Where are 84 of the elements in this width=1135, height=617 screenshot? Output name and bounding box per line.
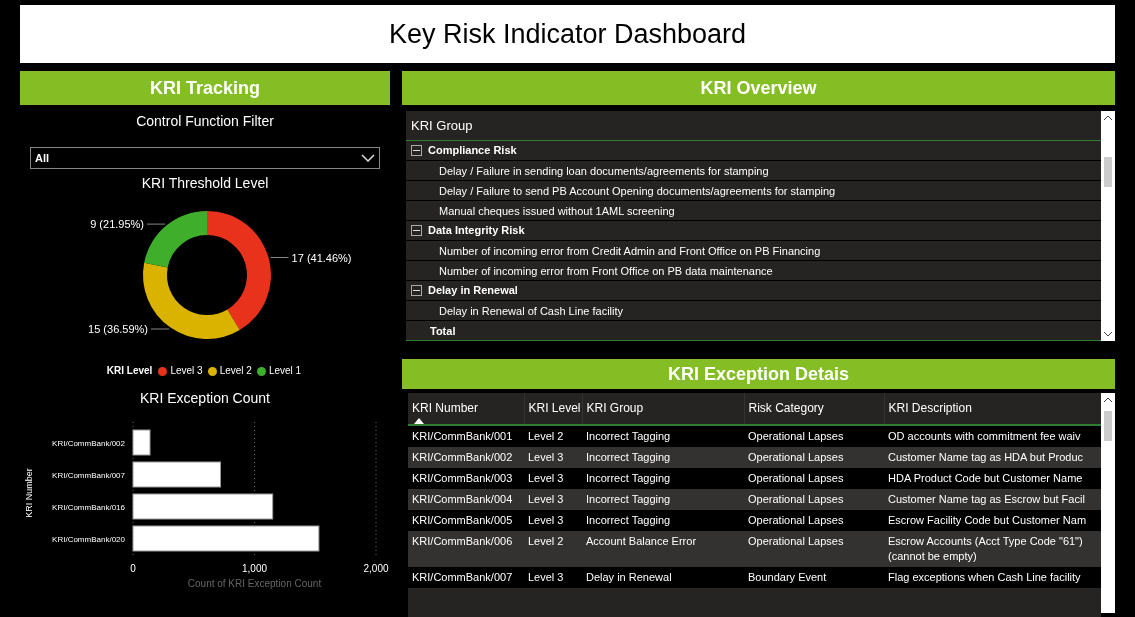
column-header[interactable]: Risk Category [748, 399, 880, 417]
table-cell: Operational Lapses [744, 425, 884, 447]
table-cell: KRI/CommBank/007 [408, 567, 524, 588]
table-cell: Escrow Facility Code but Customer Nam [884, 510, 1101, 531]
legend-label: Level 1 [268, 364, 302, 378]
table-cell: KRI/CommBank/006 [408, 531, 524, 567]
table-cell: Operational Lapses [744, 447, 884, 468]
table-cell: Incorrect Tagging [582, 468, 744, 489]
table-cell: Customer Name tag as Escrow but Facil [884, 489, 1101, 510]
table-cell: Incorrect Tagging [582, 510, 744, 531]
tree-item: Delay / Failure to send PB Account Opening documents/agreements for stamping [439, 183, 836, 198]
table-cell: Incorrect Tagging [582, 447, 744, 468]
table-cell: Escrow Accounts (Acct Type Code "61") (cannot be empty) [884, 531, 1101, 567]
table-cell: Flag exceptions when Cash Line facility [884, 567, 1101, 588]
axis-tick-label: 1,000 [242, 563, 267, 574]
chevron-down-icon [361, 154, 375, 162]
dashboard-title: Key Risk Indicator Dashboard [388, 17, 747, 51]
column-header[interactable]: KRI Group [411, 115, 473, 136]
table-cell: KRI/CommBank/005 [408, 510, 524, 531]
legend-label: Level 3 [170, 364, 203, 378]
data-label: 9 (21.95%) [90, 218, 144, 231]
axis-category-label: KRI/CommBank/002 [52, 439, 125, 448]
table-cell: Operational Lapses [744, 531, 884, 567]
column-header[interactable]: KRI Description [888, 399, 1097, 417]
table-cell: Incorrect Tagging [582, 425, 744, 447]
table-cell: OD accounts with commitment fee waiv [884, 425, 1101, 447]
table-cell: Level 3 [524, 489, 582, 510]
filter-label: Control Function Filter [136, 113, 274, 129]
scrollbar[interactable] [1101, 111, 1115, 341]
table-cell: Level 3 [524, 567, 582, 588]
legend-title: KRI Level [106, 364, 153, 378]
total-label: Total [430, 324, 456, 338]
table-cell: Operational Lapses [744, 468, 884, 489]
table-cell: Level 3 [524, 468, 582, 489]
table-cell: Level 2 [524, 531, 582, 567]
filter-dropdown[interactable]: All [30, 147, 380, 169]
table-cell: Customer Name tag as HDA but Produc [884, 447, 1101, 468]
table-cell: HDA Product Code but Customer Name [884, 468, 1101, 489]
table-cell: Level 3 [524, 510, 582, 531]
group-label: Data Integrity Risk [428, 223, 525, 239]
collapse-icon[interactable] [411, 145, 422, 156]
axis-category-label: KRI/CommBank/020 [52, 535, 125, 544]
panel-title: KRI Tracking [150, 76, 260, 100]
table-cell: Account Balance Error [582, 531, 744, 567]
axis-category-label: KRI/CommBank/016 [52, 503, 125, 512]
tree-item: Number of incoming error from Front Office on PB data maintenance [439, 263, 773, 278]
column-header[interactable]: KRI Level [528, 399, 578, 417]
table-cell: Incorrect Tagging [582, 489, 744, 510]
legend-label: Level 2 [219, 364, 252, 378]
table-cell: KRI/CommBank/003 [408, 468, 524, 489]
column-header[interactable]: KRI Number [412, 399, 520, 424]
data-label: 15 (36.59%) [88, 323, 148, 335]
axis-category-label: KRI/CommBank/007 [52, 471, 125, 480]
leader-line [150, 328, 170, 330]
table-cell: KRI/CommBank/001 [408, 425, 524, 447]
panel-title: KRI Exception Detais [667, 362, 849, 386]
table-cell: Delay in Renewal [582, 567, 744, 588]
tree-item: Delay in Renewal of Cash Line facility [439, 303, 624, 318]
leader-line [146, 223, 166, 225]
axis-title: Count of KRI Exception Count [187, 578, 322, 589]
panel-title: KRI Overview [700, 76, 817, 100]
group-label: Compliance Risk [428, 143, 517, 159]
chart-title: KRI Exception Count [140, 390, 270, 406]
axis-title: KRI Number [24, 468, 34, 518]
axis-tick-label: 2,000 [363, 563, 389, 574]
axis-tick-label: 0 [130, 563, 136, 574]
tree-item: Number of incoming error from Credit Admin and Front Office on PB Financing [439, 243, 821, 258]
tree-item: Delay / Failure in sending loan documents/agreements for stamping [439, 163, 769, 178]
table-cell: Boundary Event [744, 567, 884, 588]
chart-title: KRI Threshold Level [141, 175, 269, 191]
collapse-icon[interactable] [411, 285, 422, 296]
collapse-icon[interactable] [411, 225, 422, 236]
table-cell: Level 2 [524, 425, 582, 447]
table-cell: KRI/CommBank/002 [408, 447, 524, 468]
group-label: Delay in Renewal [428, 283, 518, 299]
table-cell: Operational Lapses [744, 489, 884, 510]
column-header[interactable]: KRI Group [586, 399, 740, 417]
leader-line [270, 257, 290, 258]
scrollbar[interactable] [1101, 393, 1115, 613]
data-label: 17 (41.46%) [291, 251, 352, 264]
table-cell: Operational Lapses [744, 510, 884, 531]
tree-item: Manual cheques issued without 1AML screening [439, 203, 675, 218]
table-cell: KRI/CommBank/004 [408, 489, 524, 510]
table-cell: Level 3 [524, 447, 582, 468]
